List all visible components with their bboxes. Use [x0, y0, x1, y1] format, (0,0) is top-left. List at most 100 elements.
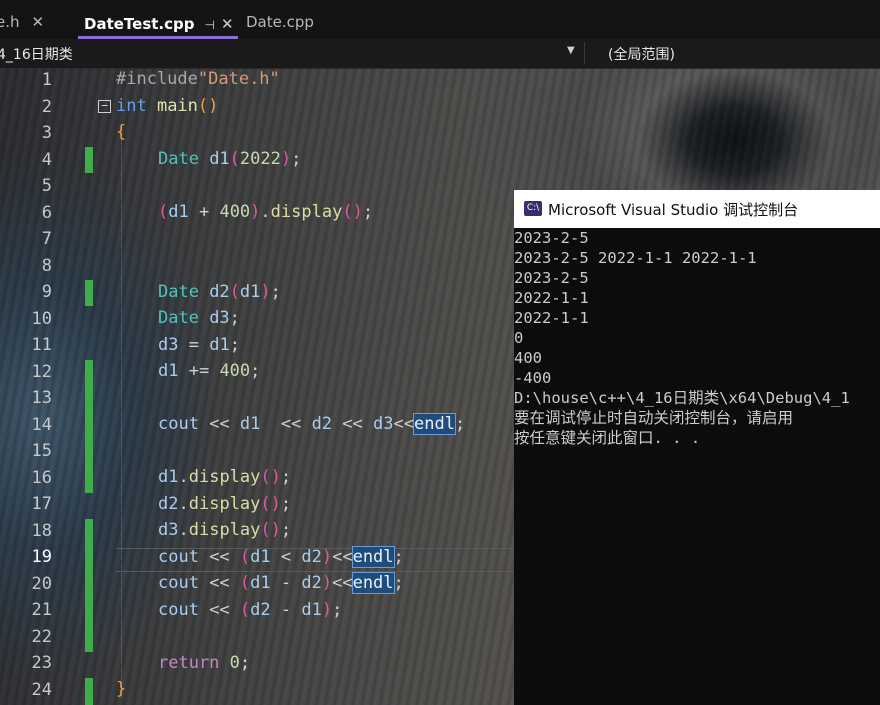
code-line-11: d3 = d1; — [158, 335, 240, 355]
tab-date-h[interactable]: e.h ✕ — [0, 10, 44, 34]
token: ; — [250, 361, 261, 381]
token: cout — [158, 414, 199, 434]
code-line-24: } — [116, 679, 126, 699]
token: d1 — [198, 149, 230, 169]
token: d3 — [198, 308, 230, 328]
console-line: 2023-2-5 — [514, 229, 589, 247]
console-titlebar[interactable]: C:\ Microsoft Visual Studio 调试控制台 — [514, 190, 880, 228]
pin-icon[interactable]: ⊣ — [205, 18, 215, 32]
token: d1 — [250, 547, 271, 567]
navbar-divider — [584, 42, 585, 64]
line-number: 10 — [31, 308, 52, 329]
code-line-10: Date d3; — [158, 308, 240, 328]
token: ( — [229, 282, 240, 302]
token: ; — [280, 467, 292, 487]
line-number: 13 — [31, 388, 52, 408]
token: () — [260, 467, 281, 487]
token: 400 — [219, 202, 251, 222]
token: ; — [291, 149, 302, 169]
line-number: 14 — [31, 414, 52, 435]
token: ) — [321, 547, 333, 567]
code-line-3: { — [116, 122, 126, 142]
tab-datetest-cpp[interactable]: DateTest.cpp ⊣ ✕ — [78, 10, 238, 39]
tab-date-cpp-label: Date.cpp — [246, 13, 314, 31]
token: 400 — [219, 361, 251, 381]
line-number: 3 — [41, 123, 52, 143]
token: . — [178, 494, 189, 514]
console-title: Microsoft Visual Studio 调试控制台 — [548, 201, 799, 219]
line-number: 19 — [31, 547, 52, 567]
token: Date — [158, 149, 199, 169]
line-number: 23 — [31, 653, 52, 673]
token: . — [260, 202, 271, 222]
close-icon[interactable]: ✕ — [32, 13, 45, 31]
token: ) — [321, 600, 333, 620]
token: ( — [239, 547, 251, 567]
indent-guide — [121, 134, 122, 690]
token: } — [116, 679, 127, 699]
token: return — [158, 653, 220, 673]
token: () — [260, 494, 281, 514]
code-line-6: (d1 + 400).display(); — [158, 202, 373, 222]
token: << — [332, 414, 374, 434]
token: d2 — [301, 547, 322, 567]
token: cout — [158, 600, 199, 620]
token: . — [178, 520, 189, 540]
token: d1 — [158, 361, 179, 381]
token: d3 — [158, 335, 179, 355]
token: cout — [158, 573, 199, 593]
console-line: 400 — [514, 349, 542, 367]
tab-date-cpp[interactable]: Date.cpp — [246, 10, 314, 34]
token: ( — [239, 600, 251, 620]
token: << — [393, 414, 414, 434]
token: 0 — [219, 653, 240, 673]
token: << — [332, 547, 353, 567]
token: 2022 — [239, 149, 281, 169]
token: ; — [229, 308, 240, 328]
line-number: 12 — [31, 361, 52, 382]
token: ; — [393, 547, 404, 567]
line-number: 22 — [31, 626, 52, 647]
token: ; — [270, 282, 281, 302]
token: d2 — [250, 600, 271, 620]
token: . — [178, 467, 189, 487]
chevron-down-icon[interactable]: ▼ — [567, 45, 575, 56]
token-endl: endl — [351, 546, 395, 568]
project-scope-dropdown[interactable]: 4_16日期类 — [0, 44, 73, 64]
line-number: 4 — [41, 149, 52, 170]
token: << — [260, 414, 312, 434]
token: Date — [158, 282, 199, 302]
console-output: 2023-2-5 2023-2-5 2022-1-1 2022-1-1 2023-2… — [514, 228, 880, 448]
token: int — [116, 96, 147, 116]
token: ) — [208, 96, 219, 116]
token: << — [332, 573, 353, 593]
code-line-19: cout << (d1 < d2)<<endl; — [158, 546, 404, 568]
token: = — [178, 335, 210, 355]
code-line-20: cout << (d1 - d2)<<endl; — [158, 572, 404, 594]
token: << — [198, 547, 240, 567]
token: "Date.h" — [197, 69, 280, 89]
line-number: 2 — [41, 96, 52, 117]
line-number: 8 — [41, 255, 52, 276]
line-number: 5 — [41, 176, 52, 196]
token: ; — [280, 494, 292, 514]
line-number: 9 — [41, 282, 52, 302]
token: d1 — [239, 282, 261, 302]
token: d3 — [373, 414, 394, 434]
token: d1 — [168, 202, 189, 222]
code-line-4: Date d1(2022); — [158, 149, 301, 169]
token: d2 — [198, 282, 230, 302]
navigation-bar: 4_16日期类 ▼ (全局范围) — [0, 39, 880, 69]
code-line-17: d2.display(); — [158, 494, 291, 514]
collapse-icon[interactable]: − — [98, 100, 111, 113]
debug-console-window[interactable]: C:\ Microsoft Visual Studio 调试控制台 2023-2… — [514, 190, 880, 705]
token: { — [116, 122, 127, 142]
token: << — [198, 414, 240, 434]
close-icon[interactable]: ✕ — [221, 15, 234, 33]
console-line: 2022-1-1 — [514, 289, 589, 307]
code-line-16: d1.display(); — [158, 467, 291, 487]
token: cout — [158, 547, 199, 567]
token: d1 — [239, 414, 261, 434]
global-scope-dropdown[interactable]: (全局范围) — [608, 44, 675, 64]
code-line-9: Date d2(d1); — [158, 282, 281, 302]
